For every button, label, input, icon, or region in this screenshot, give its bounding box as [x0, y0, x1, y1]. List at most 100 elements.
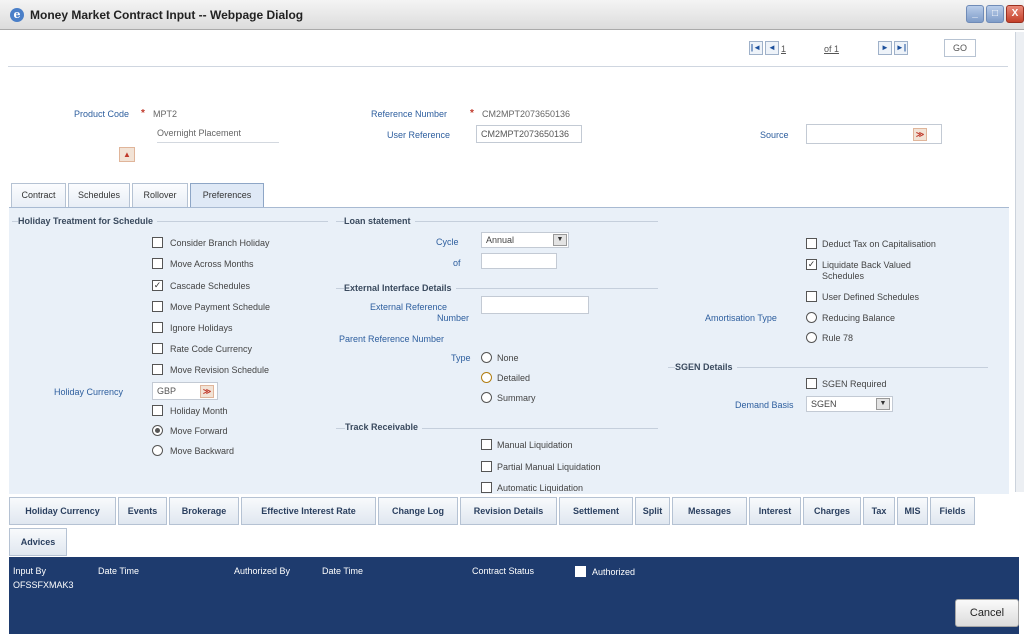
ignore-holidays-checkbox[interactable] — [152, 322, 163, 333]
first-page-icon[interactable]: |◄ — [749, 41, 763, 55]
cycle-of-input[interactable] — [481, 253, 557, 269]
product-lookup-icon[interactable]: ▲ — [119, 147, 135, 162]
move-revision-schedule-checkbox[interactable] — [152, 364, 163, 375]
charges-button[interactable]: Charges — [803, 497, 861, 525]
user-defined-schedules-checkbox[interactable] — [806, 291, 817, 302]
partial-manual-liquidation-checkbox[interactable] — [481, 461, 492, 472]
option-label: User Defined Schedules — [822, 292, 920, 302]
tab-contract[interactable]: Contract — [11, 183, 66, 207]
source-lookup-icon[interactable]: ≫ — [913, 128, 927, 141]
close-icon[interactable]: X — [1006, 5, 1024, 23]
currency-lookup-icon[interactable]: ≫ — [200, 385, 214, 398]
previous-page-icon[interactable]: ◄ — [765, 41, 779, 55]
browser-icon: e — [10, 8, 24, 22]
holiday-month-checkbox[interactable] — [152, 405, 163, 416]
type-summary-radio[interactable] — [481, 392, 492, 403]
tab-schedules[interactable]: Schedules — [68, 183, 130, 207]
rate-code-currency-checkbox[interactable] — [152, 343, 163, 354]
brokerage-button[interactable]: Brokerage — [169, 497, 239, 525]
holiday-currency-label: Holiday Currency — [54, 387, 124, 397]
user-reference-input[interactable]: CM2MPT2073650136 — [476, 125, 582, 143]
external-reference-input[interactable] — [481, 296, 589, 314]
option-label: Holiday Month — [170, 406, 228, 416]
go-button[interactable]: GO — [944, 39, 976, 57]
current-page: 1 — [781, 44, 787, 54]
events-button[interactable]: Events — [118, 497, 167, 525]
settlement-button[interactable]: Settlement — [559, 497, 633, 525]
cancel-button[interactable]: Cancel — [955, 599, 1019, 627]
sgen-required-checkbox[interactable] — [806, 378, 817, 389]
sgen-details-title: SGEN Details — [675, 362, 737, 372]
chevron-down-icon[interactable]: ▼ — [553, 234, 567, 246]
option-label: None — [497, 353, 519, 363]
split-button[interactable]: Split — [635, 497, 670, 525]
cascade-schedules-checkbox[interactable]: ✓ — [152, 280, 163, 291]
type-label: Type — [451, 353, 471, 363]
move-backward-radio[interactable] — [152, 445, 163, 456]
option-label: SGEN Required — [822, 379, 887, 389]
revision-details-button[interactable]: Revision Details — [460, 497, 557, 525]
messages-button[interactable]: Messages — [672, 497, 747, 525]
move-across-months-checkbox[interactable] — [152, 258, 163, 269]
product-code-label: Product Code — [74, 109, 130, 119]
chevron-down-icon[interactable]: ▼ — [876, 398, 890, 410]
liquidate-back-valued-checkbox[interactable]: ✓ — [806, 259, 817, 270]
input-by-value: OFSSFXMAK3 — [13, 580, 74, 590]
type-none-radio[interactable] — [481, 352, 492, 363]
deduct-tax-checkbox[interactable] — [806, 238, 817, 249]
amortisation-type-label: Amortisation Type — [705, 313, 777, 323]
minimize-icon[interactable]: _ — [966, 5, 984, 23]
effective-interest-rate-button[interactable]: Effective Interest Rate — [241, 497, 376, 525]
reference-number-label: Reference Number — [371, 109, 448, 119]
external-reference-label: Number — [437, 313, 470, 323]
external-interface-title: External Interface Details — [344, 283, 456, 293]
tax-button[interactable]: Tax — [863, 497, 895, 525]
loan-statement-title: Loan statement — [344, 216, 415, 226]
date-time-label: Date Time — [98, 566, 140, 576]
type-detailed-radio[interactable] — [481, 372, 492, 383]
divider — [8, 66, 1008, 67]
window-title: Money Market Contract Input -- Webpage D… — [30, 8, 304, 22]
move-forward-radio[interactable] — [152, 425, 163, 436]
tab-rollover[interactable]: Rollover — [132, 183, 188, 207]
last-page-icon[interactable]: ►| — [894, 41, 908, 55]
option-label: Consider Branch Holiday — [170, 238, 270, 248]
advices-button[interactable]: Advices — [9, 528, 67, 556]
date-time-label: Date Time — [322, 566, 364, 576]
authorized-by-label: Authorized By — [234, 566, 291, 576]
vertical-scrollbar[interactable] — [1015, 32, 1024, 492]
parent-reference-label: Parent Reference Number — [339, 334, 445, 344]
external-reference-label: External Reference — [370, 302, 448, 312]
source-label: Source — [760, 130, 789, 140]
move-payment-schedule-checkbox[interactable] — [152, 301, 163, 312]
manual-liquidation-checkbox[interactable] — [481, 439, 492, 450]
cycle-label: Cycle — [436, 237, 459, 247]
change-log-button[interactable]: Change Log — [378, 497, 458, 525]
track-receivable-title: Track Receivable — [345, 422, 423, 432]
option-label: Summary — [497, 393, 536, 403]
consider-branch-holiday-checkbox[interactable] — [152, 237, 163, 248]
fields-button[interactable]: Fields — [930, 497, 975, 525]
option-label: Move Forward — [170, 426, 228, 436]
automatic-liquidation-checkbox[interactable] — [481, 482, 492, 493]
maximize-icon[interactable]: □ — [986, 5, 1004, 23]
authorized-label: Authorized — [592, 567, 636, 577]
interest-button[interactable]: Interest — [749, 497, 801, 525]
demand-basis-label: Demand Basis — [735, 400, 794, 410]
next-page-icon[interactable]: ► — [878, 41, 892, 55]
option-label: Liquidate Back Valued — [822, 260, 911, 270]
option-label: Detailed — [497, 373, 531, 383]
holiday-currency-button[interactable]: Holiday Currency — [9, 497, 116, 525]
authorized-checkbox — [575, 566, 586, 577]
window-title-bar: e Money Market Contract Input -- Webpage… — [0, 0, 1024, 30]
option-label: Schedules — [822, 271, 865, 281]
rule-78-radio[interactable] — [806, 332, 817, 343]
reducing-balance-radio[interactable] — [806, 312, 817, 323]
tab-preferences[interactable]: Preferences — [190, 183, 264, 208]
option-label: Move Revision Schedule — [170, 365, 270, 375]
product-code-value: MPT2 — [153, 109, 178, 119]
option-label: Rate Code Currency — [170, 344, 253, 354]
option-label: Automatic Liquidation — [497, 483, 584, 493]
mis-button[interactable]: MIS — [897, 497, 928, 525]
option-label: Cascade Schedules — [170, 281, 251, 291]
